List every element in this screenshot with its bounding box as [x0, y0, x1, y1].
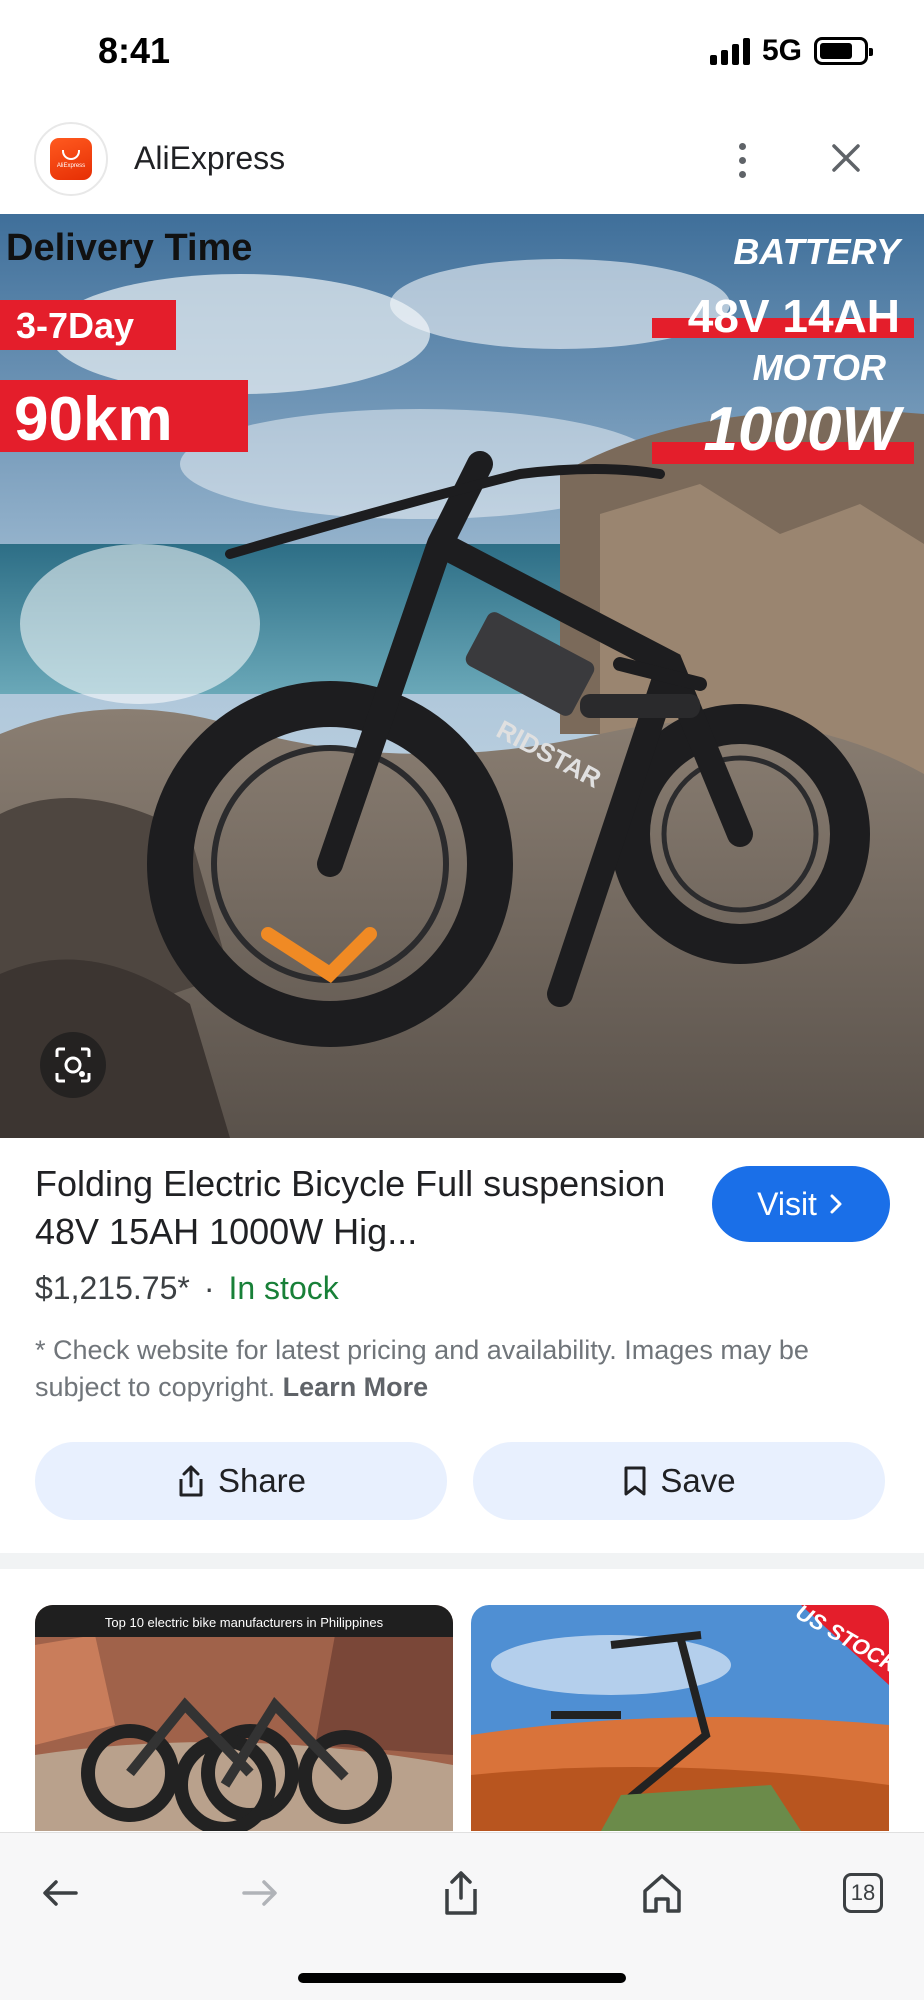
app-header: AliExpress AliExpress [0, 118, 924, 212]
svg-text:Top 10 electric bike manufactu: Top 10 electric bike manufacturers in Ph… [105, 1615, 384, 1630]
share-button[interactable]: Share [35, 1442, 447, 1520]
forward-arrow-icon [242, 1880, 277, 1906]
svg-text:BATTERY: BATTERY [733, 231, 903, 272]
bookmark-icon [624, 1466, 646, 1496]
back-arrow-icon [43, 1880, 78, 1906]
signal-icon [709, 37, 750, 65]
share-page-button[interactable] [431, 1863, 491, 1923]
svg-text:90km: 90km [14, 385, 173, 454]
price-row: $1,215.75* · In stock [35, 1270, 339, 1307]
close-button[interactable] [822, 134, 870, 182]
visit-label: Visit [757, 1185, 817, 1222]
related-image-1: Top 10 electric bike manufacturers in Ph… [35, 1605, 453, 1831]
close-icon [832, 144, 860, 172]
svg-text:1000W: 1000W [704, 395, 905, 464]
related-image-2: US STOCK [471, 1605, 889, 1831]
more-options-button[interactable] [720, 132, 764, 188]
home-indicator [298, 1973, 626, 1983]
forward-button[interactable] [230, 1863, 290, 1923]
save-label: Save [660, 1462, 736, 1499]
browser-toolbar: 18 [0, 1832, 924, 2000]
battery-icon [814, 37, 873, 65]
home-button[interactable] [632, 1863, 692, 1923]
visual-search-button[interactable] [40, 1032, 106, 1098]
tab-count: 18 [843, 1873, 883, 1913]
ebike-photo: RIDSTAR Delivery Time 3-7Day 90km BATTER… [0, 214, 924, 1138]
tabs-button[interactable]: 18 [833, 1863, 893, 1923]
site-name: AliExpress [134, 140, 286, 176]
network-label: 5G [761, 34, 802, 67]
status-bar: 8:41 5G [0, 0, 924, 104]
status-indicators: 5G [709, 34, 873, 68]
visual-search-icon [55, 1047, 91, 1083]
svg-text:Delivery Time: Delivery Time [6, 227, 252, 269]
share-icon [179, 1465, 203, 1497]
svg-text:MOTOR: MOTOR [753, 347, 886, 388]
site-logo: AliExpress [34, 122, 108, 196]
visit-button[interactable]: Visit [712, 1166, 890, 1242]
stock-status: In stock [228, 1270, 339, 1306]
product-title[interactable]: Folding Electric Bicycle Full suspension… [35, 1160, 675, 1256]
back-button[interactable] [30, 1863, 90, 1923]
product-image[interactable]: RIDSTAR Delivery Time 3-7Day 90km BATTER… [0, 214, 924, 1138]
status-time: 8:41 [98, 30, 171, 71]
home-icon [643, 1874, 681, 1913]
section-divider [0, 1553, 924, 1569]
separator-dot: · [203, 1270, 215, 1306]
svg-text:48V 14AH: 48V 14AH [688, 290, 900, 342]
aliexpress-logo-icon: AliExpress [50, 138, 92, 180]
chevron-right-icon [830, 1194, 842, 1214]
save-button[interactable]: Save [473, 1442, 885, 1520]
svg-text:3-7Day: 3-7Day [16, 305, 134, 346]
learn-more-link[interactable]: Learn More [283, 1372, 429, 1402]
disclaimer: * Check website for latest pricing and a… [35, 1332, 885, 1406]
related-result-1[interactable]: Top 10 electric bike manufacturers in Ph… [35, 1605, 453, 1831]
price: $1,215.75* [35, 1270, 190, 1306]
related-result-2[interactable]: US STOCK [471, 1605, 889, 1831]
share-icon [445, 1871, 477, 1915]
share-label: Share [217, 1462, 307, 1499]
